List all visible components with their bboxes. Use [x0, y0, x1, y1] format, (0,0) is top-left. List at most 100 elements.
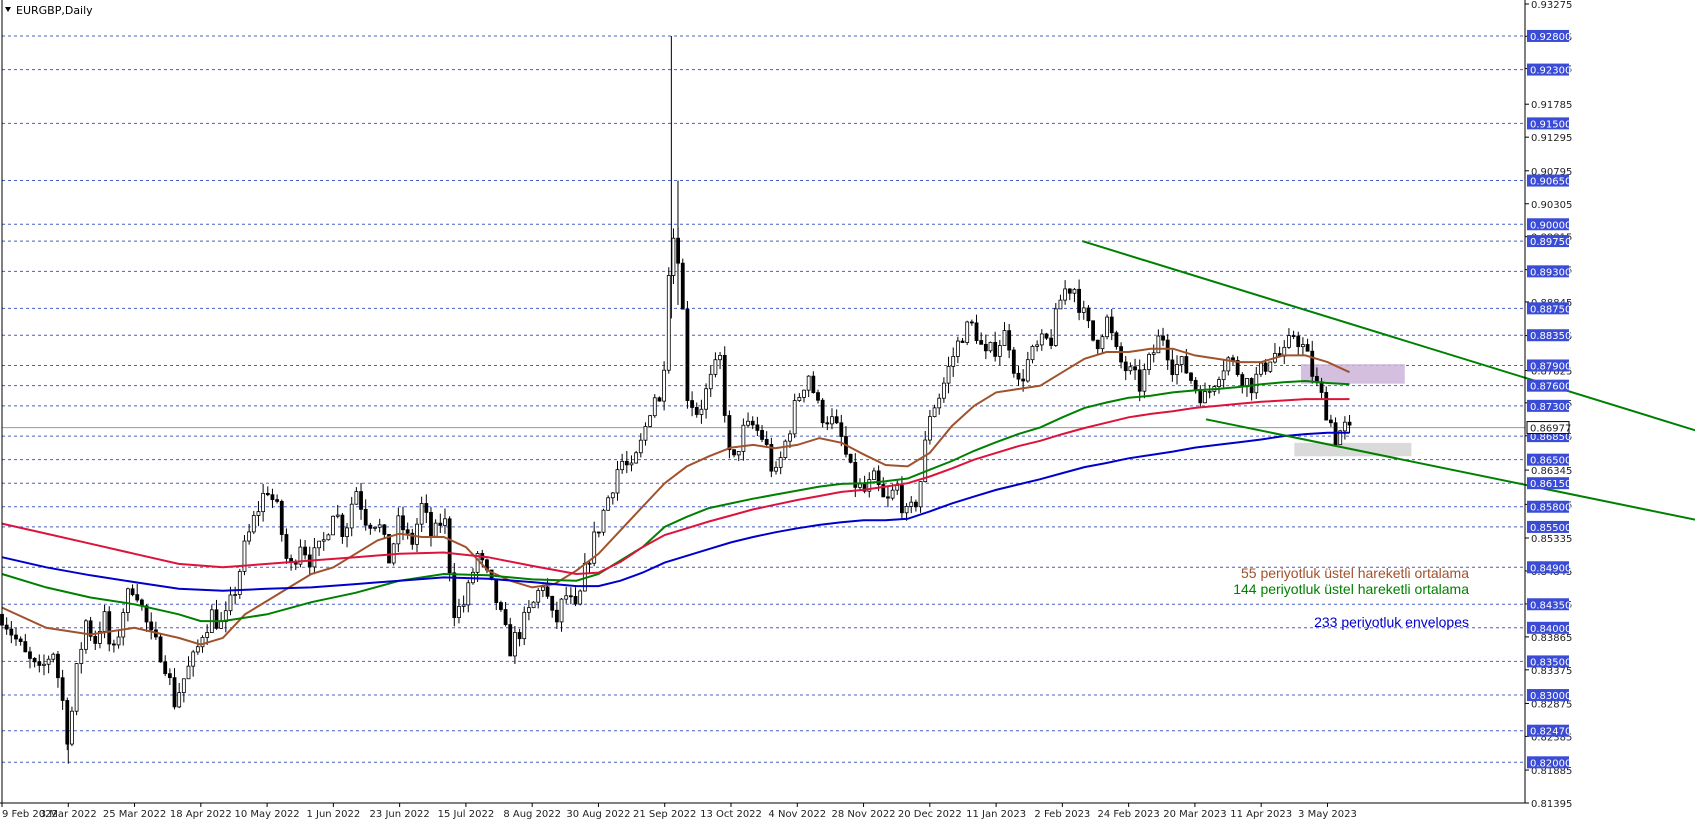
candle-body [652, 397, 657, 417]
candle-body [265, 492, 270, 496]
candle-body [433, 522, 438, 537]
candle-body [750, 420, 755, 426]
candle-body [615, 469, 620, 494]
level-label: 0.92300 [1530, 66, 1571, 77]
candle-body [1207, 390, 1212, 393]
candle-body [18, 638, 23, 643]
candle-body [680, 262, 685, 310]
candle-body [112, 643, 116, 646]
candle-body [806, 375, 811, 391]
candle-body [242, 540, 247, 572]
candle-body [256, 511, 261, 516]
candle-body [802, 389, 806, 398]
candle-body [191, 651, 196, 667]
candle-body [494, 578, 499, 603]
level-label: 0.87900 [1530, 362, 1571, 373]
level-label: 0.88350 [1530, 331, 1571, 342]
candle-body [130, 588, 135, 596]
candle-body [443, 518, 447, 526]
candle-body [93, 635, 98, 644]
candle-body [37, 661, 42, 666]
candle-body [503, 609, 508, 626]
candle-body [1086, 307, 1091, 322]
candle-body [727, 415, 732, 451]
candle-body [606, 497, 611, 511]
candle-body [1030, 346, 1035, 361]
candle-body [900, 485, 904, 514]
candle-body [1347, 421, 1352, 426]
price-tick-label: 0.91295 [1531, 133, 1572, 144]
candle-body [914, 501, 918, 508]
candle-body [74, 663, 79, 712]
time-tick-label: 2 Feb 2023 [1034, 809, 1090, 820]
candle-body [186, 665, 191, 680]
candle-body [858, 483, 862, 488]
time-tick-label: 10 May 2022 [234, 809, 299, 820]
candle-body [788, 433, 792, 442]
candle-body [228, 594, 233, 612]
legend-ema55: 55 periyotluk üstel hareketli ortalama [1241, 565, 1469, 581]
candle-body [629, 462, 634, 466]
candle-body [932, 407, 937, 418]
candle-body [662, 369, 667, 402]
legend-envelopes: 233 periyotluk envelopes [1314, 614, 1469, 630]
chart-title[interactable]: EURGBP,Daily [5, 4, 93, 17]
time-tick-label: 3 May 2023 [1298, 809, 1357, 820]
time-tick-label: 13 Oct 2022 [700, 809, 762, 820]
price-chart[interactable]: 0.932750.927950.923150.917850.912950.907… [0, 0, 1695, 821]
candle-body [1077, 288, 1082, 313]
candle-body [1044, 333, 1049, 339]
candle-body [774, 466, 778, 472]
candle-body [363, 508, 368, 526]
level-label: 0.84900 [1530, 563, 1571, 574]
candle-body [1025, 359, 1030, 382]
time-tick-label: 11 Jan 2023 [966, 809, 1026, 820]
candle-body [648, 415, 653, 427]
candle-body [158, 636, 163, 663]
candle-body [904, 506, 909, 514]
candle-body [1324, 392, 1329, 421]
candle-body [969, 321, 974, 324]
candle-body [890, 489, 895, 499]
candle-body [1161, 335, 1165, 341]
candle-body [568, 595, 573, 598]
candle-body [624, 460, 629, 466]
candle-body [685, 308, 690, 401]
candle-body [783, 440, 788, 458]
candle-body [163, 661, 168, 675]
time-tick-label: 20 Mar 2023 [1163, 809, 1226, 820]
candle-body [172, 677, 177, 708]
candle-body [550, 595, 555, 611]
candle-body [60, 677, 65, 701]
candle-body [816, 392, 820, 401]
candle-body [983, 343, 988, 352]
candle-body [1063, 288, 1068, 301]
candle-body [205, 632, 210, 638]
candle-body [70, 710, 74, 745]
candle-body [1039, 333, 1044, 346]
candle-body [121, 612, 126, 638]
candle-body [1175, 364, 1179, 376]
candle-body [1053, 308, 1058, 346]
candle-body [261, 492, 266, 513]
candle-body [167, 673, 172, 679]
price-tick-label: 0.81395 [1531, 799, 1572, 810]
candle-body [741, 424, 746, 452]
candle-body [531, 601, 536, 609]
candle-body [825, 422, 830, 425]
candle-body [965, 321, 970, 343]
candle-body [718, 354, 722, 361]
level-label: 0.89750 [1530, 237, 1571, 248]
candle-body [513, 632, 517, 657]
candle-body [1081, 307, 1086, 313]
level-label: 0.82000 [1530, 758, 1571, 769]
time-tick-label: 20 Dec 2022 [898, 809, 962, 820]
chart-title-text: EURGBP,Daily [16, 4, 93, 17]
current-price-label: 0.86977 [1530, 424, 1571, 435]
candle-body [909, 501, 914, 507]
level-label: 0.85800 [1530, 503, 1571, 514]
candle-body [1259, 362, 1263, 375]
candle-body [587, 562, 592, 565]
candle-body [233, 594, 238, 596]
candle-body [51, 653, 56, 660]
